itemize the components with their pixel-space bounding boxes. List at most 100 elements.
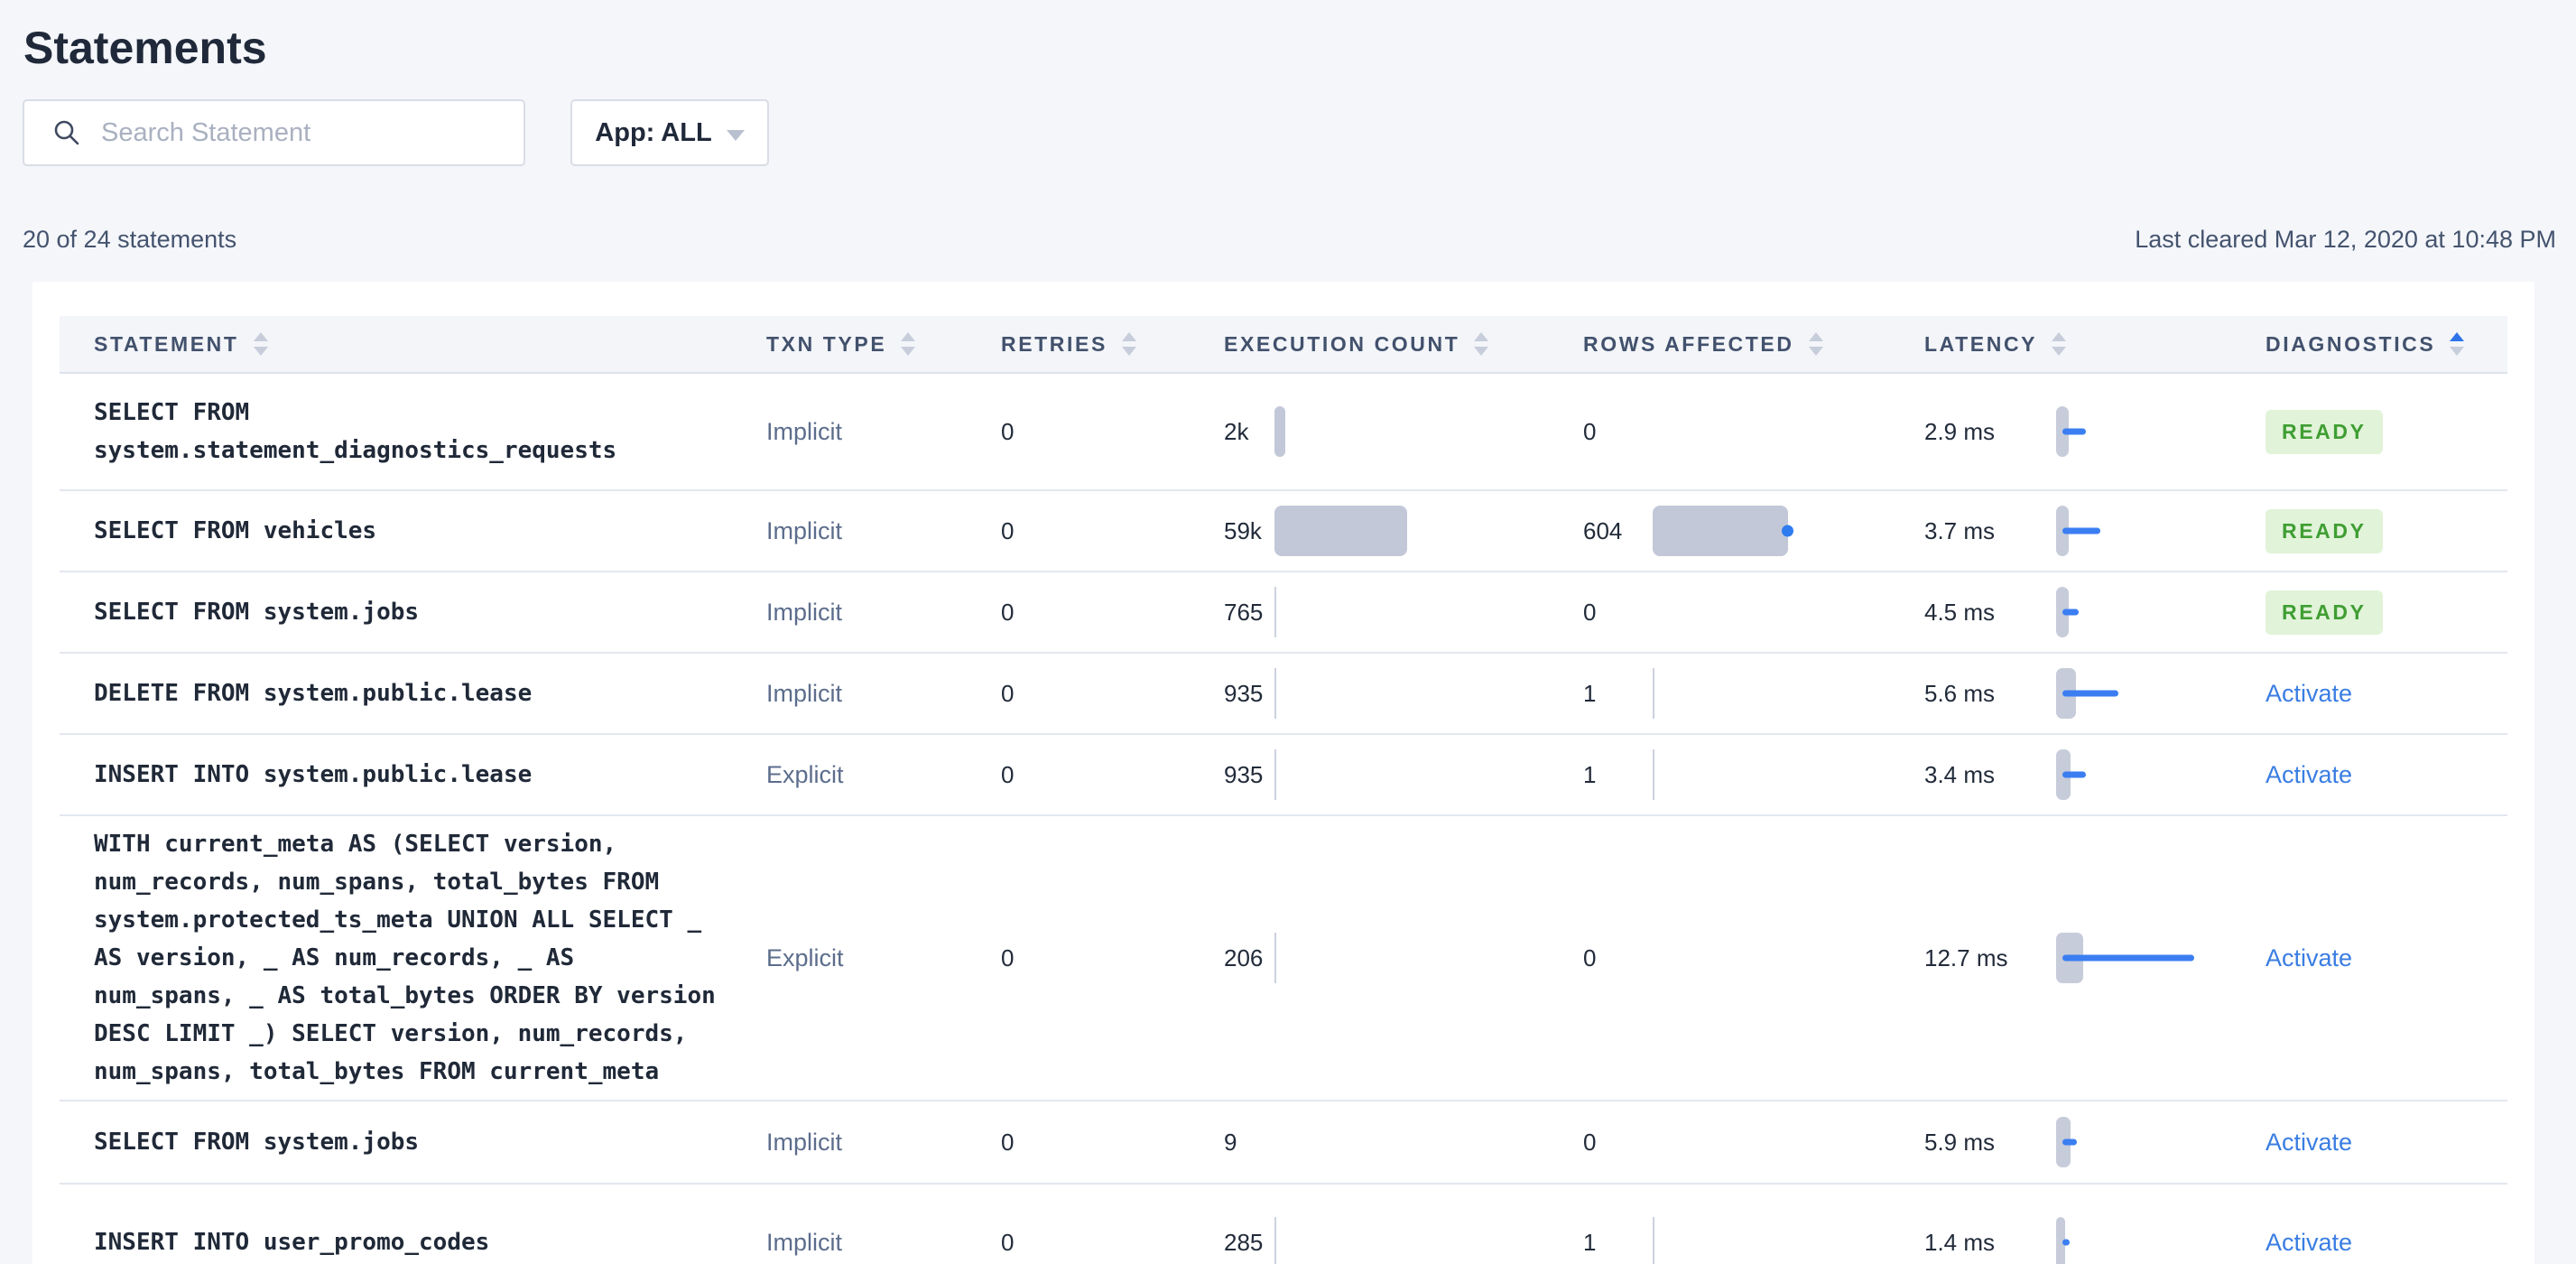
rows-affected-bar [1653,506,1924,556]
statement-cell: SELECT FROM system.jobs [60,593,766,631]
txn-type-cell: Implicit [766,1229,1001,1257]
diagnostics-cell: Activate [2266,1229,2507,1257]
execution-count-cell: 285 [1224,1217,1583,1264]
sort-arrows-icon [1808,332,1823,356]
sort-up-icon [1474,332,1489,341]
column-header-label: LATENCY [1924,331,2038,356]
retries-cell: 0 [1001,1229,1224,1257]
retries-value: 0 [1001,598,1015,626]
latency-mean-bar [2062,954,2194,962]
column-header-latency[interactable]: LATENCY [1924,332,2266,357]
retries-value: 0 [1001,1228,1015,1256]
column-header-diagnostics[interactable]: DIAGNOSTICS [2266,332,2507,357]
table-body: SELECT FROM system.statement_diagnostics… [60,374,2507,1264]
latency-bar-chart [2056,506,2219,556]
statement-cell: DELETE FROM system.public.lease [60,674,766,712]
diagnostics-activate-link[interactable]: Activate [2266,944,2352,971]
retries-value: 0 [1001,1128,1015,1156]
execution-count-bar [1274,1217,1583,1264]
rows-affected-value: 0 [1583,943,1597,971]
statement-link[interactable]: DELETE FROM system.public.lease [94,674,726,712]
latency-value: 2.9 ms [1924,417,1996,445]
statement-link[interactable]: SELECT FROM system.jobs [94,593,726,631]
diagnostics-ready-badge[interactable]: READY [2266,590,2383,635]
execution-count-value: 285 [1224,1228,1264,1256]
diagnostics-activate-link[interactable]: Activate [2266,680,2352,707]
rows-affected-value: 0 [1583,598,1597,626]
execution-count-value: 765 [1224,598,1264,626]
statement-cell: INSERT INTO user_promo_codes [60,1223,766,1261]
rows-affected-cell: 0 [1583,1117,1924,1167]
execution-count-cell: 935 [1224,749,1583,800]
column-header-label: DIAGNOSTICS [2266,331,2436,356]
latency-bar-chart [2056,587,2219,637]
statement-link[interactable]: INSERT INTO user_promo_codes [94,1223,726,1261]
table-row: SELECT FROM system.statement_diagnostics… [60,374,2507,491]
rows-affected-dot [1782,525,1793,537]
rows-affected-cell: 604 [1583,506,1924,556]
column-header-retries[interactable]: RETRIES [1001,332,1224,357]
diagnostics-activate-link[interactable]: Activate [2266,1229,2352,1256]
column-header-label: TXN TYPE [766,331,887,356]
statement-cell: SELECT FROM system.jobs [60,1123,766,1161]
execution-count-bar [1274,506,1583,556]
latency-cell: 2.9 ms [1924,406,2266,457]
sort-down-icon [1808,347,1823,356]
sort-down-icon [2052,347,2067,356]
txn-type-cell: Implicit [766,1129,1001,1157]
statement-link[interactable]: INSERT INTO system.public.lease [94,756,726,794]
search-input[interactable] [24,101,524,164]
statement-link[interactable]: SELECT FROM vehicles [94,512,726,550]
txn-type-cell: Implicit [766,517,1001,545]
column-header-rows-affected[interactable]: ROWS AFFECTED [1583,332,1924,357]
count-bar [1274,587,1276,637]
latency-mean-bar [2062,690,2118,697]
diagnostics-cell: Activate [2266,761,2507,789]
diagnostics-activate-link[interactable]: Activate [2266,1129,2352,1156]
latency-value: 1.4 ms [1924,1228,1996,1256]
column-header-statement[interactable]: STATEMENT [60,332,766,357]
statement-link[interactable]: SELECT FROM system.jobs [94,1123,726,1161]
latency-cell: 5.9 ms [1924,1117,2266,1167]
latency-cell: 3.7 ms [1924,506,2266,556]
statement-link[interactable]: WITH current_meta AS (SELECT version, nu… [94,825,726,1091]
rows-affected-value: 1 [1583,760,1597,788]
txn-type-value: Implicit [766,1228,843,1256]
rows-affected-cell: 1 [1583,749,1924,800]
app-filter-dropdown[interactable]: App: ALL [570,99,769,166]
count-bar [1274,933,1276,983]
table-header-row: STATEMENT TXN TYPE RETRIES EXECUTION COUNT R… [60,316,2507,374]
table-row: WITH current_meta AS (SELECT version, nu… [60,816,2507,1101]
latency-bar-chart [2056,1117,2219,1167]
sort-up-icon [1808,332,1823,341]
diagnostics-ready-badge[interactable]: READY [2266,508,2383,553]
diagnostics-cell: Activate [2266,1129,2507,1157]
latency-value: 3.4 ms [1924,760,1996,788]
txn-type-cell: Implicit [766,599,1001,627]
sort-down-icon [2450,347,2465,356]
txn-type-cell: Implicit [766,418,1001,446]
column-header-txn-type[interactable]: TXN TYPE [766,332,1001,357]
diagnostics-ready-badge[interactable]: READY [2266,409,2383,454]
latency-value: 4.5 ms [1924,598,1996,626]
sort-down-icon [253,347,268,356]
rows-affected-value: 604 [1583,516,1623,544]
latency-cell: 12.7 ms [1924,933,2266,983]
chevron-down-icon [726,129,745,141]
txn-type-value: Implicit [766,417,843,445]
column-header-execution-count[interactable]: EXECUTION COUNT [1224,332,1583,357]
statement-count: 20 of 24 statements [23,226,237,253]
latency-bar-chart [2056,668,2219,719]
table-row: DELETE FROM system.public.lease Implicit 0… [60,654,2507,735]
latency-cell: 3.4 ms [1924,749,2266,800]
execution-count-value: 935 [1224,679,1264,707]
table-row: INSERT INTO system.public.lease Explicit 0… [60,735,2507,816]
statement-link[interactable]: SELECT FROM system.statement_diagnostics… [94,394,726,469]
count-bar [1274,668,1276,719]
latency-mean-bar [2062,609,2079,616]
sort-arrows-icon [2450,332,2465,356]
table-row: SELECT FROM system.jobs Implicit 0 765 0 4.5 … [60,572,2507,654]
execution-count-cell: 2k [1224,406,1583,457]
diagnostics-activate-link[interactable]: Activate [2266,761,2352,788]
rows-affected-bar [1653,406,1924,457]
